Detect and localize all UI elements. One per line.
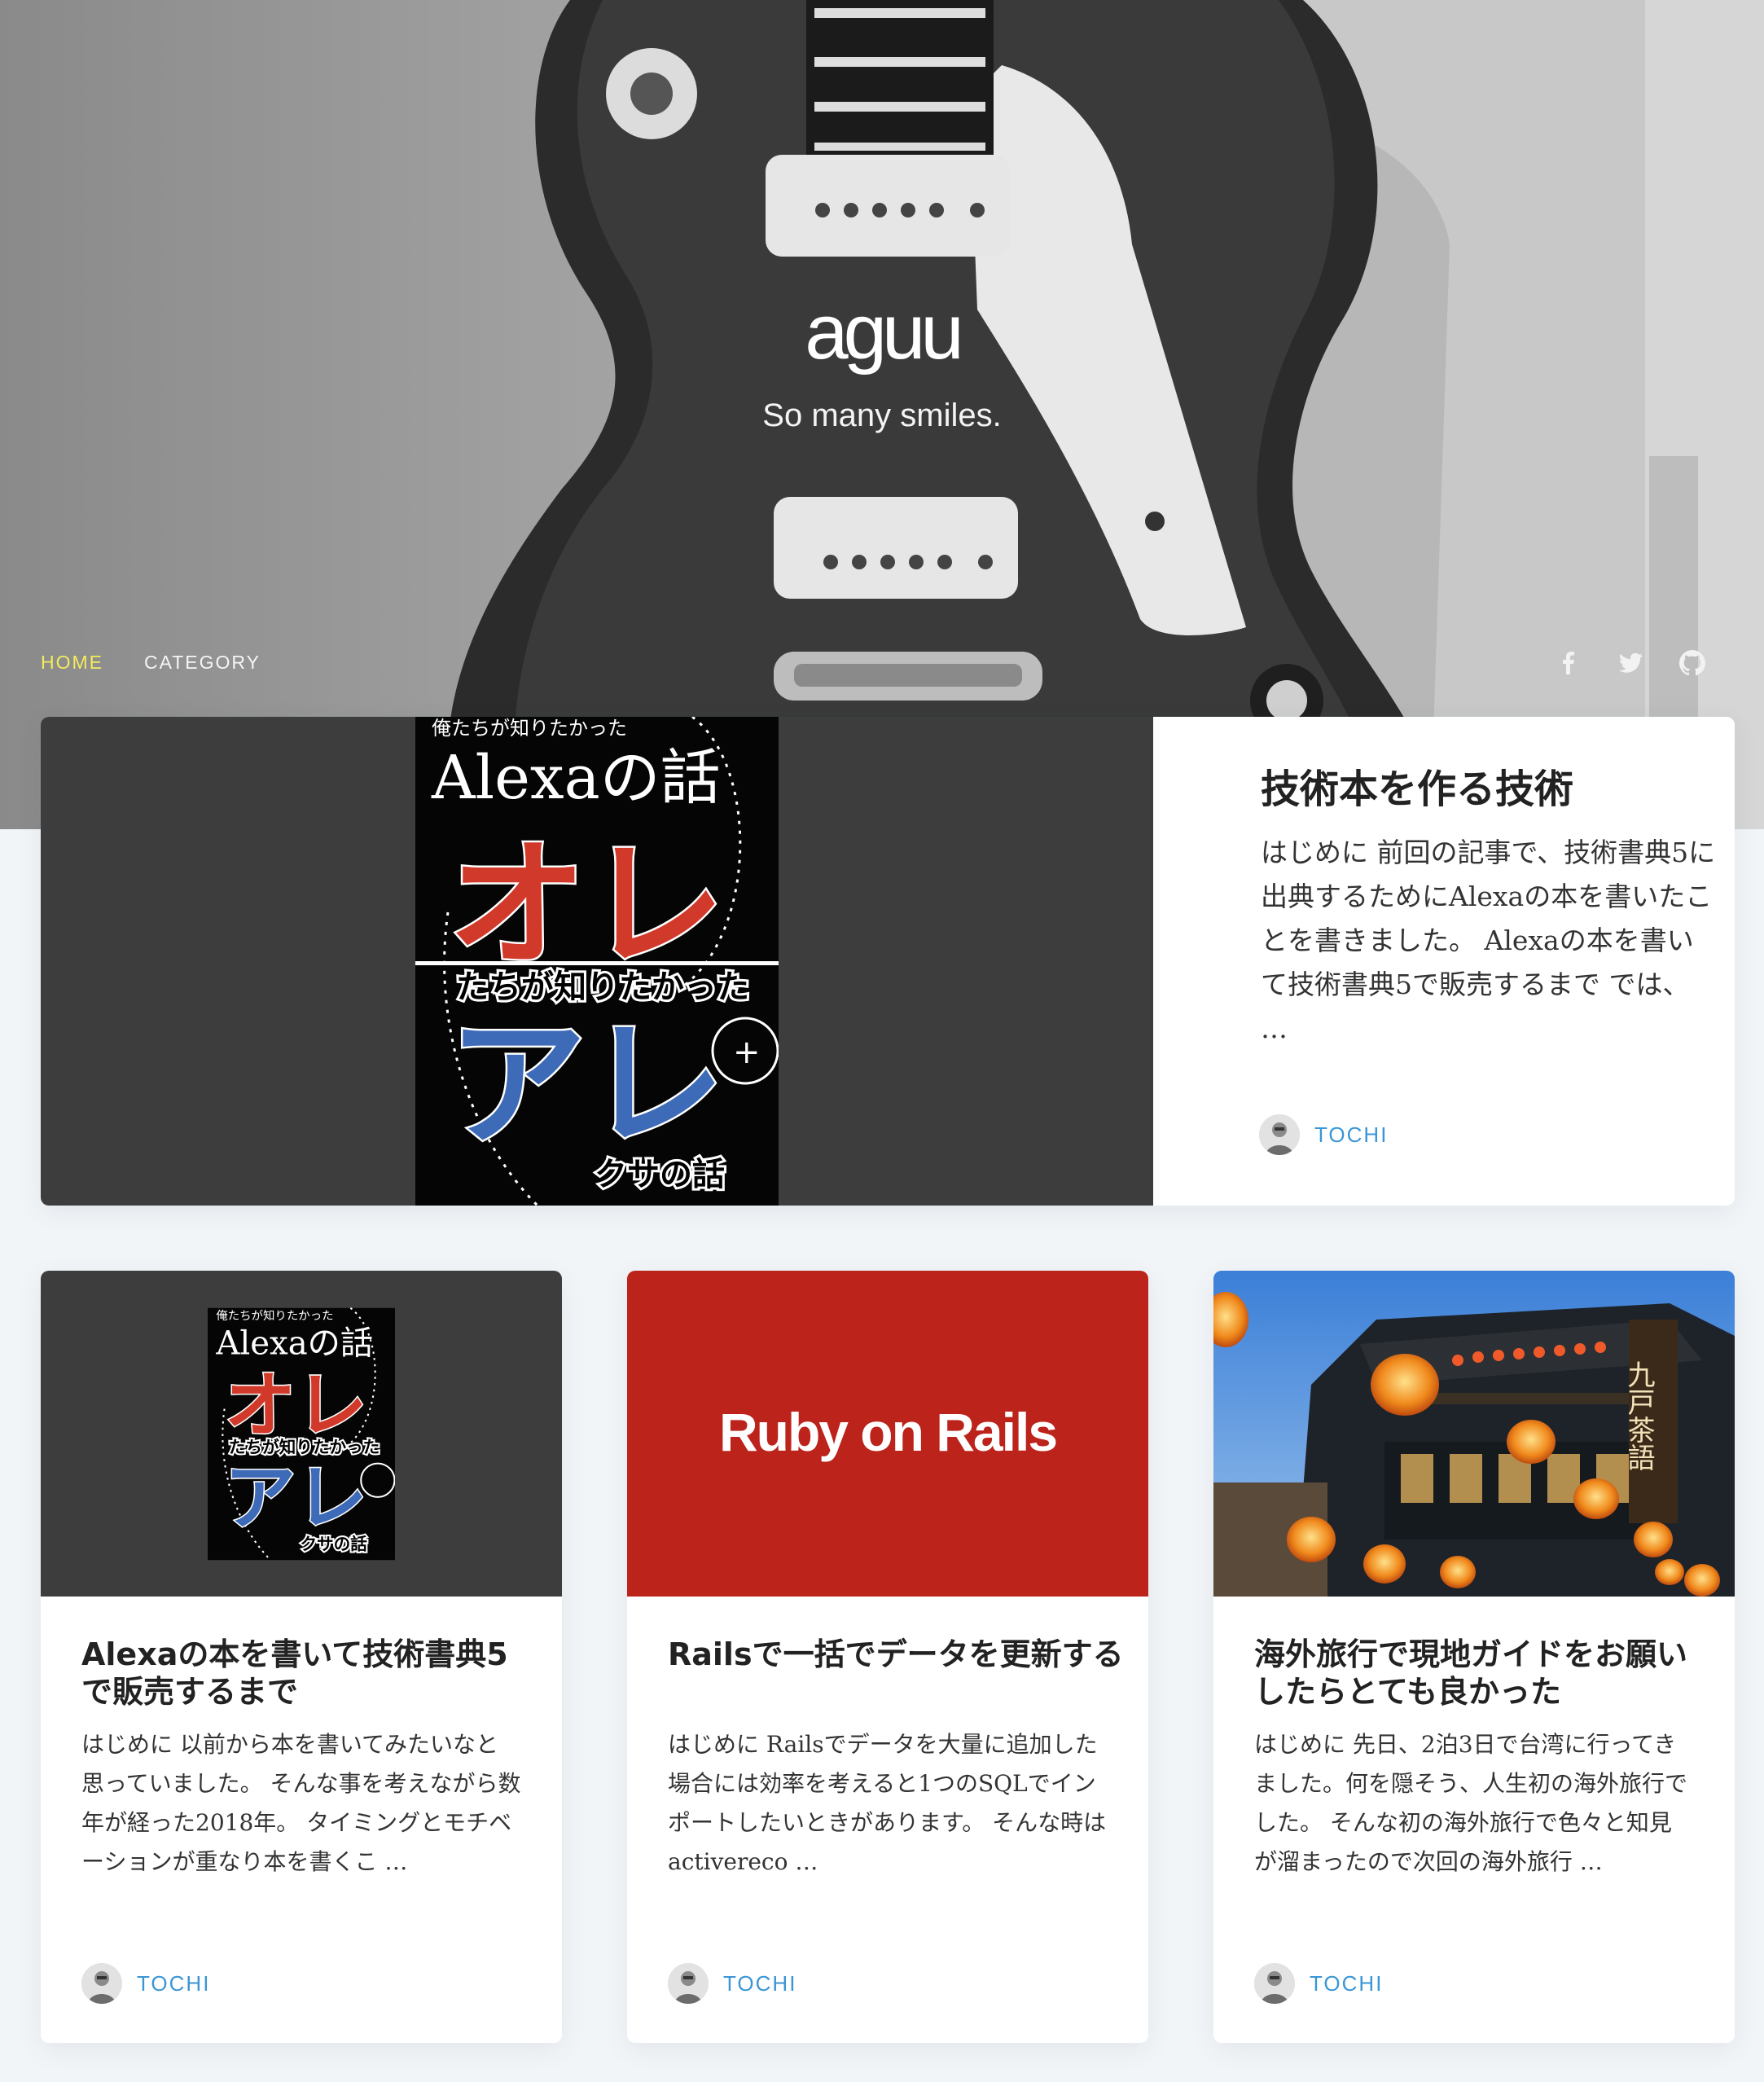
cover-band-text: たちが知りたかった <box>456 969 749 1006</box>
site-tagline: So many smiles. <box>762 398 1002 433</box>
nav-home-link[interactable]: HOME <box>41 652 103 674</box>
post-thumbnail[interactable]: Ruby on Rails <box>627 1271 1148 1597</box>
author-name[interactable]: TOCHI <box>137 1971 210 1996</box>
book-cover-image: 俺たちが知りたかった Alexaの話 オレ たちが知りたかった アレ クサの話 <box>208 1307 395 1561</box>
post-card[interactable]: 九戸茶語 海外旅行で現地ガイドをお願いしたらとても良かった はじめに 先日、2泊… <box>1213 1271 1735 2043</box>
post-card[interactable]: 俺たちが知りたかった Alexaの話 オレ たちが知りたかった アレ クサの話 … <box>41 1271 562 2043</box>
post-excerpt: はじめに 先日、2泊3日で台湾に行ってきました。何を隠そう、人生初の海外旅行でし… <box>1254 1731 1688 1875</box>
svg-text:アレ: アレ <box>225 1456 367 1540</box>
social-links <box>1554 648 1707 678</box>
book-cover-image: 俺たちが知りたかった Alexaの話 オレ たちが知りたかった アレ + クサの… <box>415 717 779 1206</box>
author-name[interactable]: TOCHI <box>1310 1971 1383 1996</box>
featured-post-title[interactable]: 技術本を作る技術 <box>1261 764 1717 815</box>
featured-post-body: 技術本を作る技術 はじめに 前回の記事で、技術書典5に出典するためにAlexaの… <box>1153 717 1735 1206</box>
post-title[interactable]: Railsで一括でデータを更新する <box>668 1636 1124 1673</box>
post-excerpt: はじめに 以前から本を書いてみたいなと思っていました。 そんな事を考えながら数年… <box>81 1731 521 1875</box>
rails-thumbnail-text: Ruby on Rails <box>718 1402 1058 1462</box>
nav-category-link[interactable]: CATEGORY <box>144 652 261 674</box>
cover-top-label: 俺たちが知りたかった <box>432 717 627 740</box>
author-avatar[interactable] <box>81 1963 122 2004</box>
hero-header: aguu So many smiles. HOME CATEGORY <box>0 0 1764 829</box>
twitter-icon[interactable] <box>1616 648 1645 678</box>
post-author[interactable]: TOCHI <box>668 1963 796 2004</box>
svg-text:Alexaの話: Alexaの話 <box>215 1325 373 1363</box>
post-author[interactable]: TOCHI <box>1254 1963 1383 2004</box>
featured-thumbnail[interactable]: 俺たちが知りたかった Alexaの話 オレ たちが知りたかった アレ + クサの… <box>41 717 1153 1206</box>
svg-text:たちが知りたかった: たちが知りたかった <box>229 1438 380 1457</box>
cover-blue-text: アレ <box>448 1004 725 1166</box>
svg-text:クサの話: クサの話 <box>300 1534 367 1553</box>
author-name[interactable]: TOCHI <box>723 1971 796 1996</box>
main-nav: HOME CATEGORY <box>41 652 261 674</box>
featured-post-author[interactable]: TOCHI <box>1259 1114 1388 1155</box>
svg-text:オレ: オレ <box>225 1364 367 1447</box>
author-avatar[interactable] <box>668 1963 709 2004</box>
post-author[interactable]: TOCHI <box>81 1963 210 2004</box>
post-excerpt: はじめに Railsでデータを大量に追加した場合には効率を考えると1つのSQLで… <box>668 1731 1107 1875</box>
post-card[interactable]: Ruby on Rails Railsで一括でデータを更新する はじめに Rai… <box>627 1271 1148 2043</box>
author-avatar[interactable] <box>1259 1114 1300 1155</box>
cover-bottom-text: クサの話 <box>595 1156 725 1193</box>
cover-title: Alexaの話 <box>431 743 721 813</box>
shop-sign-text: 九戸茶語 <box>1622 1360 1655 1471</box>
post-thumbnail[interactable]: 九戸茶語 <box>1213 1271 1735 1597</box>
author-avatar[interactable] <box>1254 1963 1295 2004</box>
post-title[interactable]: Alexaの本を書いて技術書典5で販売するまで <box>81 1636 538 1711</box>
author-name[interactable]: TOCHI <box>1314 1122 1388 1148</box>
facebook-icon[interactable] <box>1554 648 1583 678</box>
github-icon[interactable] <box>1678 648 1707 678</box>
taiwan-lanterns-image: 九戸茶語 <box>1213 1271 1735 1597</box>
site-logo[interactable]: aguu <box>0 293 1764 371</box>
post-thumbnail[interactable]: 俺たちが知りたかった Alexaの話 オレ たちが知りたかった アレ クサの話 <box>41 1271 562 1597</box>
svg-text:+: + <box>733 1034 761 1071</box>
featured-post-excerpt: はじめに 前回の記事で、技術書典5に出典するためにAlexaの本を書いたことを書… <box>1261 837 1716 1044</box>
featured-post-card[interactable]: 俺たちが知りたかった Alexaの話 オレ たちが知りたかった アレ + クサの… <box>41 717 1735 1206</box>
svg-text:俺たちが知りたかった: 俺たちが知りたかった <box>216 1309 333 1323</box>
post-title[interactable]: 海外旅行で現地ガイドをお願いしたらとても良かった <box>1254 1636 1710 1711</box>
